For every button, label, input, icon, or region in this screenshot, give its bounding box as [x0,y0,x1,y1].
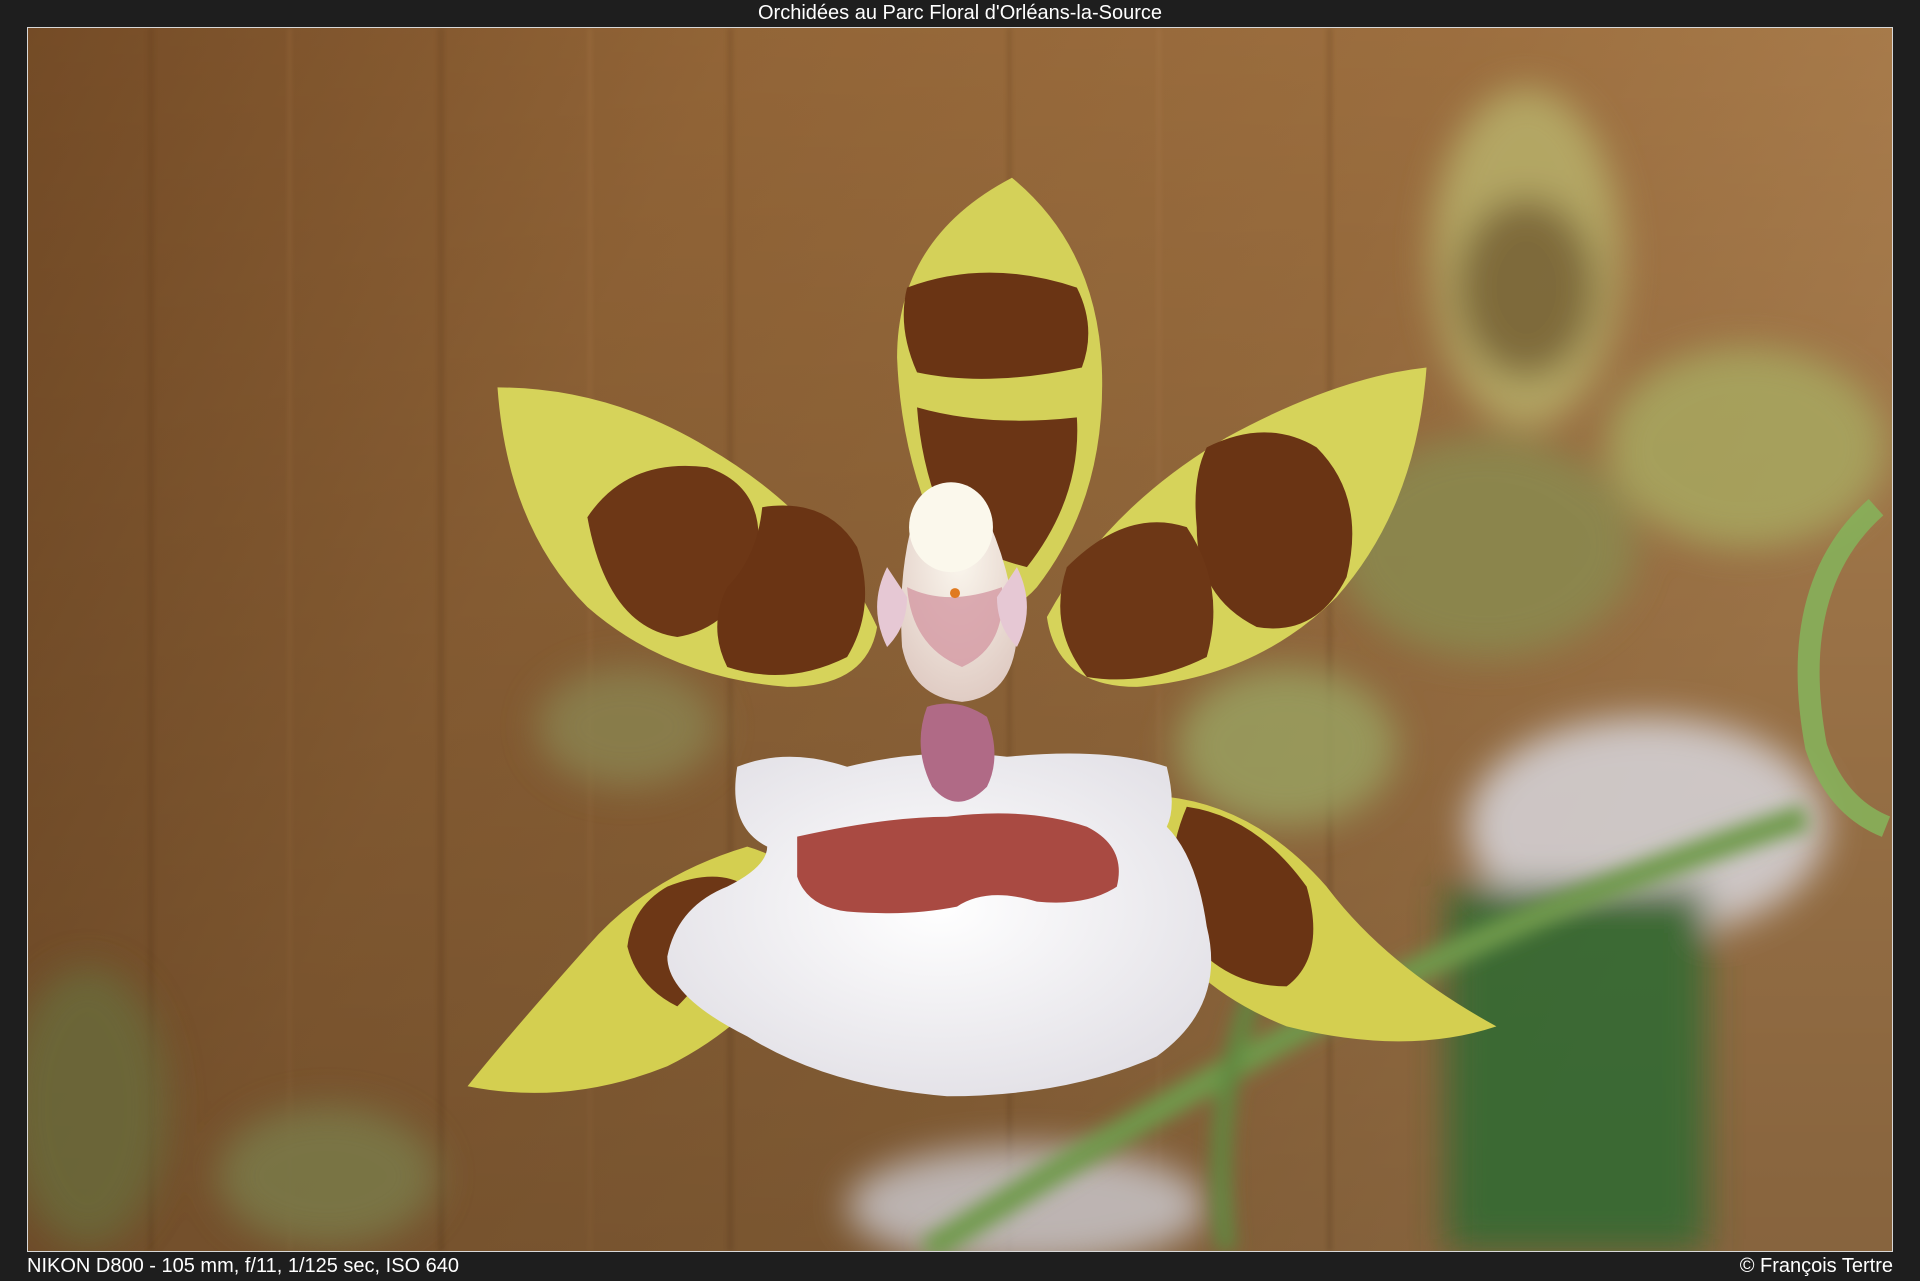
photo-title: Orchidées au Parc Floral d'Orléans-la-So… [758,2,1162,24]
exif-caption: NIKON D800 - 105 mm, f/11, 1/125 sec, IS… [27,1255,460,1277]
orchid-photo [27,27,1893,1252]
orchid-photo-artwork [28,28,1892,1251]
copyright-caption: © François Tertre [1739,1255,1893,1277]
